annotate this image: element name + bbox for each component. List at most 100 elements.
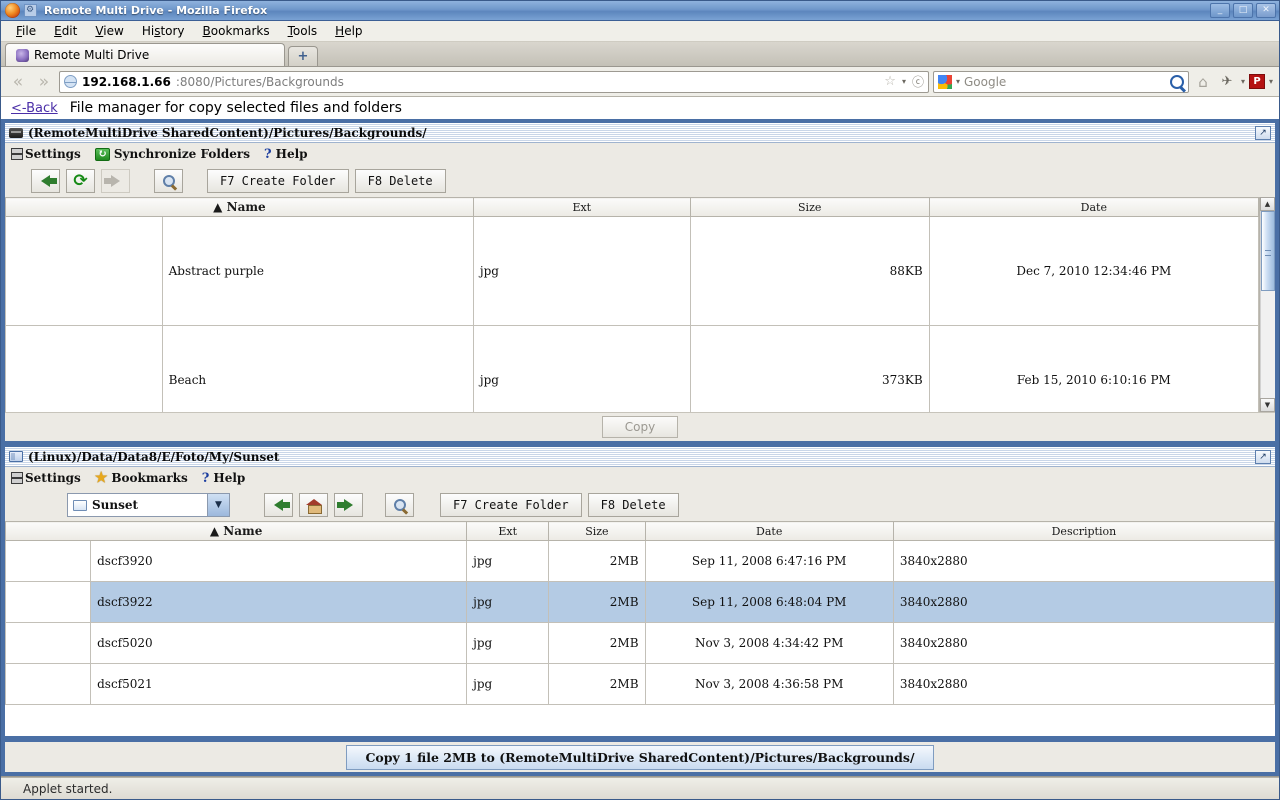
address-bar[interactable]: 192.168.1.66 :8080/Pictures/Backgrounds …: [59, 70, 929, 93]
local-col-description[interactable]: Description: [892, 521, 1275, 541]
scroll-up-button[interactable]: ▲: [1260, 197, 1275, 211]
local-bookmarks-menu[interactable]: ★ Bookmarks: [95, 471, 188, 485]
chevron-down-icon[interactable]: ▾: [902, 77, 906, 86]
local-col-date[interactable]: Date: [644, 521, 894, 541]
copy-button[interactable]: Copy: [601, 416, 679, 438]
local-col-size[interactable]: Size: [548, 521, 646, 541]
remote-back-button[interactable]: [31, 169, 60, 193]
browser-back-icon[interactable]: «: [7, 71, 29, 93]
copy-files-button[interactable]: Copy 1 file 2MB to (RemoteMultiDrive Sha…: [346, 744, 934, 770]
search-input[interactable]: Google: [964, 75, 1006, 89]
scroll-down-button[interactable]: ▼: [1260, 398, 1275, 412]
extension-icon[interactable]: P: [1248, 74, 1265, 89]
sort-asc-icon: ▲: [209, 524, 220, 538]
remote-col-size[interactable]: Size: [689, 197, 930, 217]
plugin-icon[interactable]: ✈: [1217, 73, 1237, 91]
row-thumbnail: [5, 540, 92, 582]
local-help-label: Help: [213, 471, 246, 485]
row-ext: jpg: [472, 325, 691, 412]
local-bookmarks-label: Bookmarks: [111, 471, 188, 485]
folder-select[interactable]: Sunset ▼: [67, 493, 230, 517]
feed-icon[interactable]: ⓒ: [912, 73, 924, 90]
local-forward-button[interactable]: [334, 493, 363, 517]
local-panel: (Linux)/Data/Data8/E/Foto/My/Sunset ↗ Se…: [3, 445, 1277, 738]
action-bar: Copy 1 file 2MB to (RemoteMultiDrive Sha…: [3, 740, 1277, 774]
tab-remote-multi-drive[interactable]: Remote Multi Drive: [5, 43, 285, 66]
remote-search-button[interactable]: [154, 169, 183, 193]
question-icon: ?: [201, 470, 210, 486]
remote-table-scrollbar[interactable]: ▲ ▼: [1259, 197, 1275, 412]
local-settings-menu[interactable]: Settings: [11, 471, 81, 485]
remote-col-name[interactable]: ▲ Name: [5, 197, 474, 217]
row-ext: jpg: [466, 581, 550, 623]
plugin-chevron-icon[interactable]: ▾: [1241, 77, 1245, 86]
remote-settings-menu[interactable]: Settings: [11, 147, 81, 161]
search-bar[interactable]: ▾ Google: [932, 70, 1189, 93]
local-col-ext[interactable]: Ext: [466, 521, 550, 541]
local-file-table-wrap: ▲ Name Ext Size Date Description dscf392…: [5, 521, 1275, 736]
scroll-track[interactable]: [1260, 211, 1275, 398]
menu-help[interactable]: Help: [326, 22, 371, 40]
firefox-window: ⚙ Remote Multi Drive - Mozilla Firefox _…: [0, 0, 1280, 800]
table-row[interactable]: Abstract purple jpg 88KB Dec 7, 2010 12:…: [5, 216, 1259, 326]
remote-synchronize-menu[interactable]: Synchronize Folders: [94, 147, 250, 161]
remote-panel-footer: Copy: [5, 412, 1275, 441]
browser-forward-icon[interactable]: »: [33, 71, 55, 93]
search-submit-icon[interactable]: [1169, 74, 1184, 89]
remote-create-folder-button[interactable]: F7 Create Folder: [207, 169, 349, 193]
remote-col-date[interactable]: Date: [928, 197, 1259, 217]
local-delete-button[interactable]: F8 Delete: [587, 493, 679, 517]
back-link[interactable]: <-Back: [11, 101, 58, 116]
remote-help-menu[interactable]: ? Help: [264, 147, 308, 162]
menu-view[interactable]: View: [86, 22, 132, 40]
row-thumbnail: [5, 216, 163, 326]
menu-edit[interactable]: Edit: [45, 22, 86, 40]
close-button[interactable]: ✕: [1256, 3, 1276, 18]
bookmark-star-icon[interactable]: ☆: [884, 74, 896, 89]
folder-icon: [73, 499, 87, 511]
menu-bookmarks[interactable]: Bookmarks: [194, 22, 279, 40]
remote-panel-maximize-button[interactable]: ↗: [1255, 125, 1271, 140]
remote-settings-label: Settings: [25, 147, 81, 161]
search-engine-chevron-icon[interactable]: ▾: [956, 77, 960, 86]
remote-forward-button[interactable]: [101, 169, 130, 193]
local-col-name-label: Name: [223, 524, 263, 538]
table-row[interactable]: dscf5020 jpg 2MB Nov 3, 2008 4:34:42 PM …: [5, 622, 1275, 664]
new-tab-button[interactable]: +: [288, 46, 318, 66]
window-menu-icon[interactable]: ⚙: [22, 3, 38, 19]
minimize-button[interactable]: _: [1210, 3, 1230, 18]
maximize-button[interactable]: □: [1233, 3, 1253, 18]
tab-label: Remote Multi Drive: [34, 48, 150, 62]
home-icon[interactable]: ⌂: [1193, 73, 1213, 91]
menu-history[interactable]: History: [133, 22, 194, 40]
remote-refresh-button[interactable]: ⟳: [66, 169, 95, 193]
extension-chevron-icon[interactable]: ▾: [1269, 77, 1273, 86]
remote-delete-button[interactable]: F8 Delete: [354, 169, 446, 193]
table-row[interactable]: dscf3922 jpg 2MB Sep 11, 2008 6:48:04 PM…: [5, 581, 1275, 623]
table-row[interactable]: dscf3920 jpg 2MB Sep 11, 2008 6:47:16 PM…: [5, 540, 1275, 582]
local-col-name[interactable]: ▲ Name: [5, 521, 468, 541]
menu-tools[interactable]: Tools: [279, 22, 327, 40]
sync-icon: [94, 147, 110, 161]
search-icon: [393, 499, 406, 511]
url-host: 192.168.1.66: [82, 74, 171, 89]
scroll-thumb[interactable]: [1261, 211, 1275, 291]
globe-icon: [64, 75, 77, 88]
local-search-button[interactable]: [385, 493, 414, 517]
local-help-menu[interactable]: ? Help: [202, 471, 246, 486]
remote-col-ext[interactable]: Ext: [472, 197, 691, 217]
status-text: Applet started.: [23, 781, 113, 796]
row-name: dscf3922: [90, 581, 468, 623]
menu-file[interactable]: File: [7, 22, 45, 40]
local-home-button[interactable]: [299, 493, 328, 517]
row-name: dscf3920: [90, 540, 468, 582]
row-date: Feb 15, 2010 6:10:16 PM: [928, 325, 1259, 412]
local-panel-maximize-button[interactable]: ↗: [1255, 449, 1271, 464]
window-title: Remote Multi Drive - Mozilla Firefox: [44, 4, 268, 17]
remote-file-table: ▲ Name Ext Size Date Abstract purple jpg…: [5, 197, 1259, 412]
table-row[interactable]: Beach jpg 373KB Feb 15, 2010 6:10:16 PM: [5, 325, 1259, 412]
local-back-button[interactable]: [264, 493, 293, 517]
chevron-down-icon[interactable]: ▼: [207, 494, 229, 516]
table-row[interactable]: dscf5021 jpg 2MB Nov 3, 2008 4:36:58 PM …: [5, 663, 1275, 705]
local-create-folder-button[interactable]: F7 Create Folder: [440, 493, 582, 517]
